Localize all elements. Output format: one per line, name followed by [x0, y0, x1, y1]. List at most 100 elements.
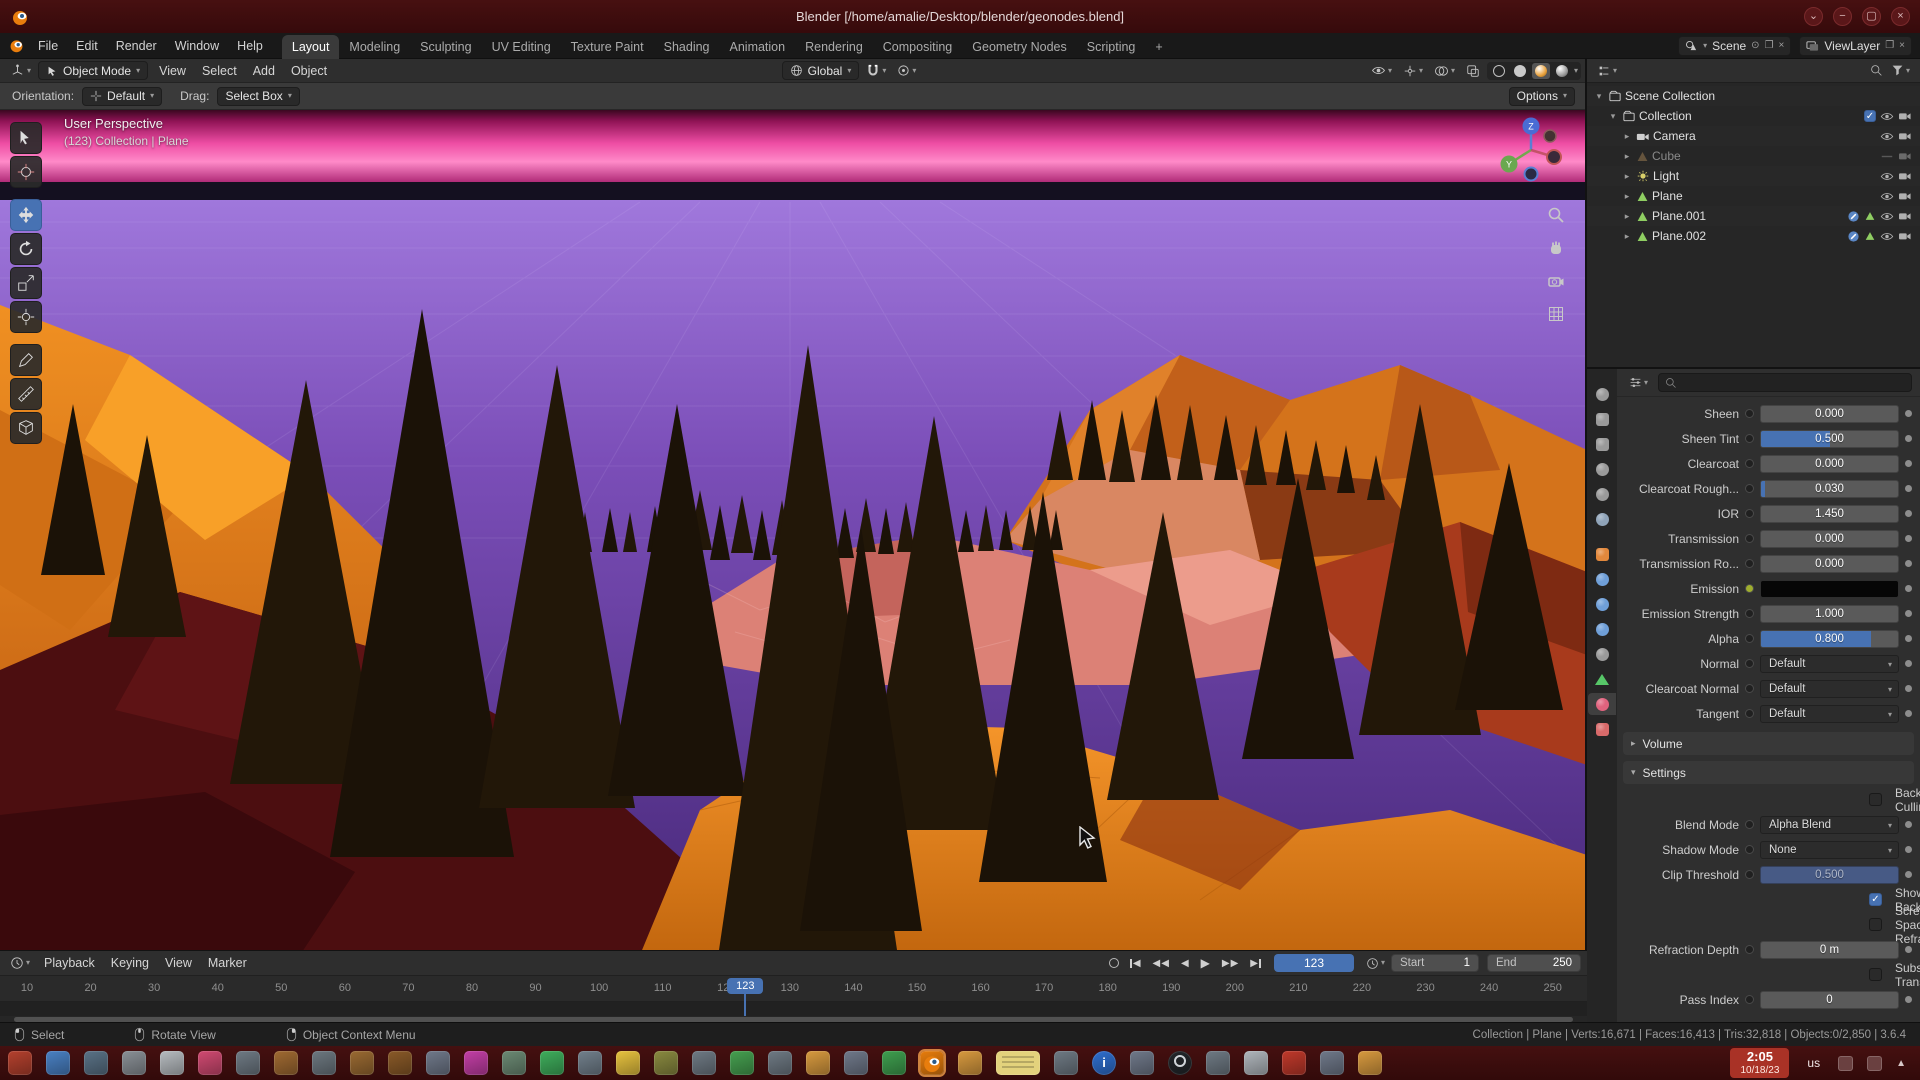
jump-to-start-button[interactable]: ◀ [1125, 956, 1146, 971]
taskbar-app-launcher-steel-6[interactable] [844, 1051, 868, 1075]
hide-in-viewport-toggle[interactable] [1880, 111, 1894, 122]
expand-arrow-icon[interactable]: ▸ [1621, 231, 1633, 242]
hide-in-viewport-toggle[interactable] [1880, 211, 1894, 222]
transform-tool-button[interactable] [10, 301, 42, 333]
outliner-item-cube[interactable]: ▸Cube [1587, 146, 1920, 166]
animate-dot-icon[interactable] [1905, 846, 1912, 853]
hide-in-viewport-toggle[interactable] [1880, 231, 1894, 242]
window-maximize-button[interactable]: ▢ [1862, 7, 1881, 26]
window-close-button[interactable]: × [1891, 7, 1910, 26]
timeline-menu-view[interactable]: View [157, 954, 200, 972]
cursor-tool-button[interactable] [10, 156, 42, 188]
window-minimize-button[interactable]: − [1833, 7, 1852, 26]
previous-keyframe-button[interactable]: ◀◀ [1148, 956, 1174, 971]
gizmo-neg-x-axis[interactable] [1544, 130, 1556, 142]
tray-icon-2[interactable] [1867, 1056, 1882, 1071]
taskbar-app-launcher-media[interactable] [882, 1051, 906, 1075]
collection-checkbox[interactable]: ✓ [1864, 110, 1876, 122]
expand-arrow-icon[interactable]: ▾ [1593, 91, 1605, 102]
viewport-canvas[interactable] [0, 110, 1587, 950]
disable-in-renders-toggle[interactable] [1898, 210, 1912, 222]
disable-in-renders-toggle[interactable] [1898, 110, 1912, 122]
navigation-gizmo[interactable]: Z Y [1489, 114, 1573, 198]
taskbar-app-launcher-amber[interactable] [274, 1051, 298, 1075]
disable-in-renders-toggle[interactable] [1898, 190, 1912, 202]
scale-tool-button[interactable] [10, 267, 42, 299]
animate-dot-icon[interactable] [1905, 410, 1912, 417]
sheen-field[interactable]: 0.000 [1760, 405, 1899, 423]
properties-tab-object[interactable] [1588, 543, 1616, 565]
pass-index-field[interactable]: 0 [1760, 991, 1899, 1009]
transmission-field[interactable]: 0.000 [1760, 530, 1899, 548]
tray-expand-icon[interactable]: ▲ [1896, 1058, 1906, 1069]
taskbar-app-launcher-slate[interactable] [84, 1051, 108, 1075]
options-dropdown[interactable]: Options▾ [1509, 87, 1575, 106]
checkbox-show-backface[interactable]: ✓ [1869, 893, 1882, 906]
shading-dropdown[interactable]: ▾ [1574, 67, 1578, 75]
properties-tab-output[interactable] [1588, 433, 1616, 455]
animate-dot-icon[interactable] [1905, 610, 1912, 617]
taskbar-app-screenshot-tool[interactable] [1244, 1051, 1268, 1075]
blend-mode-dropdown[interactable]: Alpha Blend▾ [1760, 816, 1899, 834]
animate-dot-icon[interactable] [1905, 635, 1912, 642]
app-logo-icon[interactable] [8, 37, 25, 54]
viewport-menu-view[interactable]: View [151, 62, 194, 80]
hide-in-viewport-toggle[interactable] [1880, 191, 1894, 202]
measure-tool-button[interactable] [10, 378, 42, 410]
taskbar-app-obs[interactable] [1168, 1051, 1192, 1075]
show-gizmo-toggle[interactable]: ▾ [1399, 61, 1427, 80]
menu-render[interactable]: Render [107, 36, 166, 56]
timeline-menu-playback[interactable]: Playback [36, 954, 103, 972]
animate-dot-icon[interactable] [1905, 996, 1912, 1003]
taskbar-app-launcher-sage[interactable] [502, 1051, 526, 1075]
clearcoat-rough-field[interactable]: 0.030 [1760, 480, 1899, 498]
animate-dot-icon[interactable] [1905, 435, 1912, 442]
expand-arrow-icon[interactable]: ▾ [1607, 111, 1619, 122]
taskbar-app-launcher-magenta[interactable] [464, 1051, 488, 1075]
hide-in-viewport-toggle[interactable] [1880, 171, 1894, 182]
add-workspace-button[interactable]: + [1145, 35, 1172, 59]
taskbar-app-info[interactable]: i [1092, 1051, 1116, 1075]
disable-in-renders-toggle[interactable] [1898, 230, 1912, 242]
tangent-dropdown[interactable]: Default▾ [1760, 705, 1899, 723]
taskbar-app-launcher-gray-2[interactable] [312, 1051, 336, 1075]
shading-wireframe-button[interactable] [1490, 63, 1508, 79]
taskbar-app-launcher-steel-5[interactable] [768, 1051, 792, 1075]
viewport-menu-select[interactable]: Select [194, 62, 245, 80]
expand-arrow-icon[interactable]: ▸ [1621, 151, 1633, 162]
properties-tab-texture[interactable] [1588, 718, 1616, 740]
properties-tab-tool[interactable] [1588, 383, 1616, 405]
workspace-tab-geometry-nodes[interactable]: Geometry Nodes [962, 35, 1076, 59]
disable-in-renders-toggle[interactable] [1898, 150, 1912, 162]
window-unmaximize-button[interactable]: ⌄ [1804, 7, 1823, 26]
animate-dot-icon[interactable] [1905, 660, 1912, 667]
expand-arrow-icon[interactable]: ▸ [1621, 131, 1633, 142]
taskbar-app-launcher-red[interactable] [8, 1051, 32, 1075]
taskbar-app-launcher-steel-3[interactable] [578, 1051, 602, 1075]
mode-selector[interactable]: Object Mode▾ [38, 61, 148, 80]
taskbar-app-launcher-steel-2[interactable] [426, 1051, 450, 1075]
taskbar-app-media-red[interactable] [1282, 1051, 1306, 1075]
snap-toggle[interactable]: ▾ [862, 61, 890, 80]
sheen-tint-field[interactable]: 0.500 [1760, 430, 1899, 448]
properties-tab-render[interactable] [1588, 408, 1616, 430]
workspace-tab-layout[interactable]: Layout [282, 35, 340, 59]
checkbox-screen-space-refraction[interactable] [1869, 918, 1882, 931]
checkbox-backface-culling[interactable] [1869, 793, 1882, 806]
remove-viewlayer-button[interactable]: × [1899, 40, 1905, 51]
jump-to-end-button[interactable]: ▶ [1245, 956, 1266, 971]
outliner-editor-type-selector[interactable]: ▾ [1593, 61, 1621, 80]
transform-orientation-selector[interactable]: Global▾ [782, 61, 860, 80]
outliner-item-light[interactable]: ▸Light [1587, 166, 1920, 186]
taskbar-app-launcher-pink[interactable] [198, 1051, 222, 1075]
properties-nav-icon[interactable]: ▾ [1625, 373, 1652, 392]
workspace-tab-sculpting[interactable]: Sculpting [410, 35, 481, 59]
taskbar-app-window-preview[interactable] [996, 1051, 1040, 1075]
timeline-editor-type-selector[interactable]: ▾ [6, 954, 34, 973]
menu-help[interactable]: Help [228, 36, 272, 56]
alpha-field[interactable]: 0.800 [1760, 630, 1899, 648]
workspace-tab-shading[interactable]: Shading [654, 35, 720, 59]
animate-dot-icon[interactable] [1905, 510, 1912, 517]
ior-field[interactable]: 1.450 [1760, 505, 1899, 523]
menu-window[interactable]: Window [166, 36, 228, 56]
